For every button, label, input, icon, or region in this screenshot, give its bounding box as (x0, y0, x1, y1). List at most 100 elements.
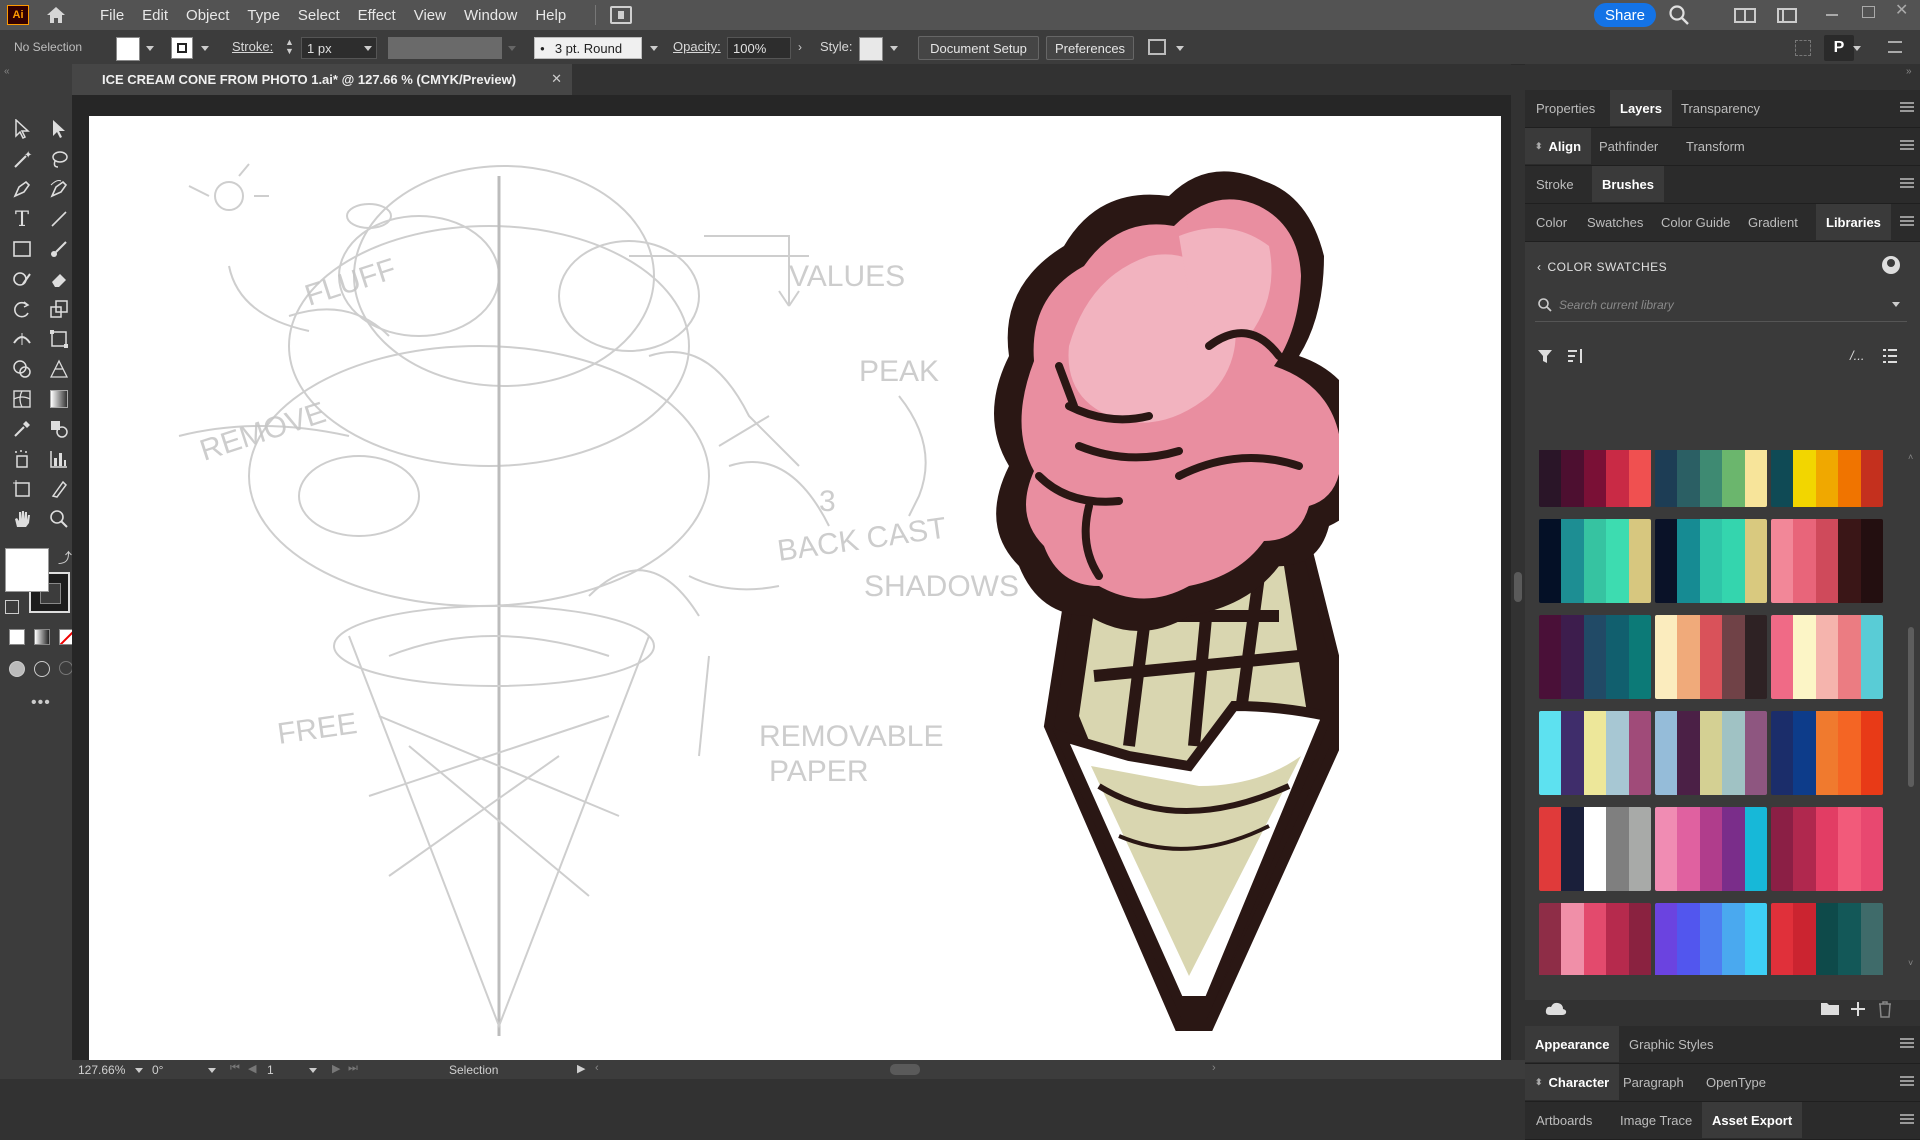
shaper-tool-icon[interactable] (9, 267, 35, 291)
paintbrush-tool-icon[interactable] (46, 237, 72, 261)
tab-transform[interactable]: Transform (1686, 128, 1745, 164)
free-transform-tool-icon[interactable] (46, 327, 72, 351)
swatch-scrollbar[interactable]: ˄ ˅ (1907, 452, 1915, 972)
list-view-icon[interactable] (1882, 348, 1898, 364)
curvature-tool-icon[interactable] (46, 177, 72, 201)
panel-menu-icon[interactable] (1900, 178, 1914, 188)
mesh-tool-icon[interactable] (9, 387, 35, 411)
color-theme-swatch[interactable] (1539, 450, 1651, 507)
restore-icon[interactable] (1862, 6, 1875, 18)
vertical-scroll-thumb[interactable] (1514, 572, 1522, 602)
tab-swatches[interactable]: Swatches (1587, 204, 1643, 240)
search-icon[interactable] (1668, 4, 1690, 26)
type-tool-icon[interactable]: T (9, 207, 35, 231)
direct-selection-tool-icon[interactable] (46, 117, 72, 141)
zoom-tool-icon[interactable] (46, 507, 72, 531)
panel-menu-icon[interactable] (1900, 1038, 1914, 1048)
eyedropper-tool-icon[interactable] (9, 417, 35, 441)
color-theme-swatch[interactable] (1539, 711, 1651, 795)
perspective-grid-tool-icon[interactable] (46, 357, 72, 381)
opacity-arrow-icon[interactable]: › (798, 40, 802, 54)
stroke-stepper-icon[interactable]: ▲ ▼ (285, 38, 295, 58)
symbol-sprayer-tool-icon[interactable] (9, 447, 35, 471)
close-document-icon[interactable]: ✕ (551, 71, 562, 87)
tab-image-trace[interactable]: Image Trace (1620, 1102, 1692, 1138)
lasso-tool-icon[interactable] (46, 147, 72, 171)
grid-view-icon[interactable] (1795, 40, 1811, 56)
tab-asset-export[interactable]: Asset Export (1702, 1102, 1803, 1138)
vertical-scrollbar[interactable] (1511, 116, 1525, 1060)
menu-window[interactable]: Window (455, 7, 526, 24)
next-artboard-icon[interactable]: ▶ (332, 1062, 340, 1075)
gradient-mode-icon[interactable] (34, 629, 50, 645)
tab-libraries[interactable]: Libraries (1816, 204, 1891, 240)
add-element-icon[interactable] (1849, 1000, 1867, 1018)
draw-inside-icon[interactable] (59, 661, 73, 675)
color-theme-swatch[interactable] (1771, 903, 1883, 975)
last-artboard-icon[interactable]: ⏭ (348, 1062, 358, 1075)
toolbar-toggle-dropdown-icon[interactable] (1853, 46, 1861, 51)
tab-align[interactable]: ⬍ Align (1525, 128, 1592, 164)
artboard-tool-icon[interactable] (9, 477, 35, 501)
menu-file[interactable]: File (91, 7, 133, 24)
collapse-panels-icon[interactable]: » (1906, 66, 1912, 77)
filter-icon[interactable] (1537, 348, 1553, 364)
tab-color-guide[interactable]: Color Guide (1661, 204, 1730, 240)
menu-type[interactable]: Type (238, 7, 289, 24)
sort-icon[interactable] (1567, 348, 1585, 364)
tab-appearance[interactable]: Appearance (1525, 1026, 1620, 1062)
menu-edit[interactable]: Edit (133, 7, 177, 24)
tab-paragraph[interactable]: Paragraph (1623, 1064, 1684, 1100)
stroke-swatch-dropdown-icon[interactable] (201, 46, 209, 51)
hand-tool-icon[interactable] (9, 507, 35, 531)
scroll-down-icon[interactable]: ˅ (1908, 958, 1913, 968)
eraser-tool-icon[interactable] (46, 267, 72, 291)
color-theme-swatch[interactable] (1539, 615, 1651, 699)
zoom-dropdown-icon[interactable] (135, 1068, 143, 1073)
workspace-switcher-icon[interactable] (1734, 8, 1756, 23)
stroke-swatch[interactable] (171, 37, 193, 59)
arrange-dropdown-icon[interactable] (1176, 46, 1184, 51)
blend-tool-icon[interactable] (46, 417, 72, 441)
draw-behind-icon[interactable] (34, 661, 50, 677)
color-theme-swatch[interactable] (1539, 903, 1651, 975)
menu-view[interactable]: View (405, 7, 455, 24)
previous-artboard-icon[interactable]: ◀ (248, 1062, 256, 1075)
line-tool-icon[interactable] (46, 207, 72, 231)
color-theme-swatch[interactable] (1655, 807, 1767, 891)
view-options-icon[interactable]: /... (1850, 348, 1864, 363)
color-theme-swatch[interactable] (1771, 711, 1883, 795)
panel-menu-icon[interactable] (1900, 216, 1914, 226)
library-back-button[interactable]: ‹ COLOR SWATCHES (1537, 260, 1667, 274)
variable-width-profile[interactable] (388, 37, 502, 59)
arrange-documents-icon[interactable] (610, 6, 633, 24)
magic-wand-tool-icon[interactable]: ✦ (9, 147, 35, 171)
default-fill-stroke-icon[interactable] (5, 600, 19, 614)
tab-brushes[interactable]: Brushes (1592, 166, 1665, 202)
menu-select[interactable]: Select (289, 7, 349, 24)
trash-icon[interactable] (1877, 1000, 1893, 1018)
tab-gradient[interactable]: Gradient (1748, 204, 1798, 240)
panel-menu-icon[interactable] (1900, 140, 1914, 150)
color-theme-swatch[interactable] (1655, 615, 1767, 699)
color-theme-swatch[interactable] (1655, 903, 1767, 975)
tab-pathfinder[interactable]: Pathfinder (1599, 128, 1658, 164)
profile-dropdown-icon[interactable] (508, 46, 516, 51)
color-theme-swatch[interactable] (1771, 450, 1883, 507)
minimize-icon[interactable] (1826, 14, 1838, 16)
selection-tool-icon[interactable] (9, 117, 35, 141)
tab-opentype[interactable]: OpenType (1706, 1064, 1766, 1100)
column-graph-tool-icon[interactable] (46, 447, 72, 471)
scroll-right-icon[interactable]: › (1212, 1062, 1216, 1074)
graphic-style-swatch[interactable] (859, 37, 883, 61)
menu-effect[interactable]: Effect (349, 7, 405, 24)
graphic-style-dropdown-icon[interactable] (890, 46, 898, 51)
swatch-scroll-thumb[interactable] (1908, 627, 1914, 787)
menu-object[interactable]: Object (177, 7, 238, 24)
tab-stroke[interactable]: Stroke (1536, 166, 1574, 202)
panel-layout-icon[interactable] (1777, 8, 1797, 23)
document-tab[interactable]: ICE CREAM CONE FROM PHOTO 1.ai* @ 127.66… (72, 64, 572, 95)
brush-definition-field[interactable]: ● 3 pt. Round (534, 37, 642, 59)
opacity-input[interactable]: 100% (727, 37, 791, 59)
preferences-button[interactable]: Preferences (1046, 36, 1134, 60)
